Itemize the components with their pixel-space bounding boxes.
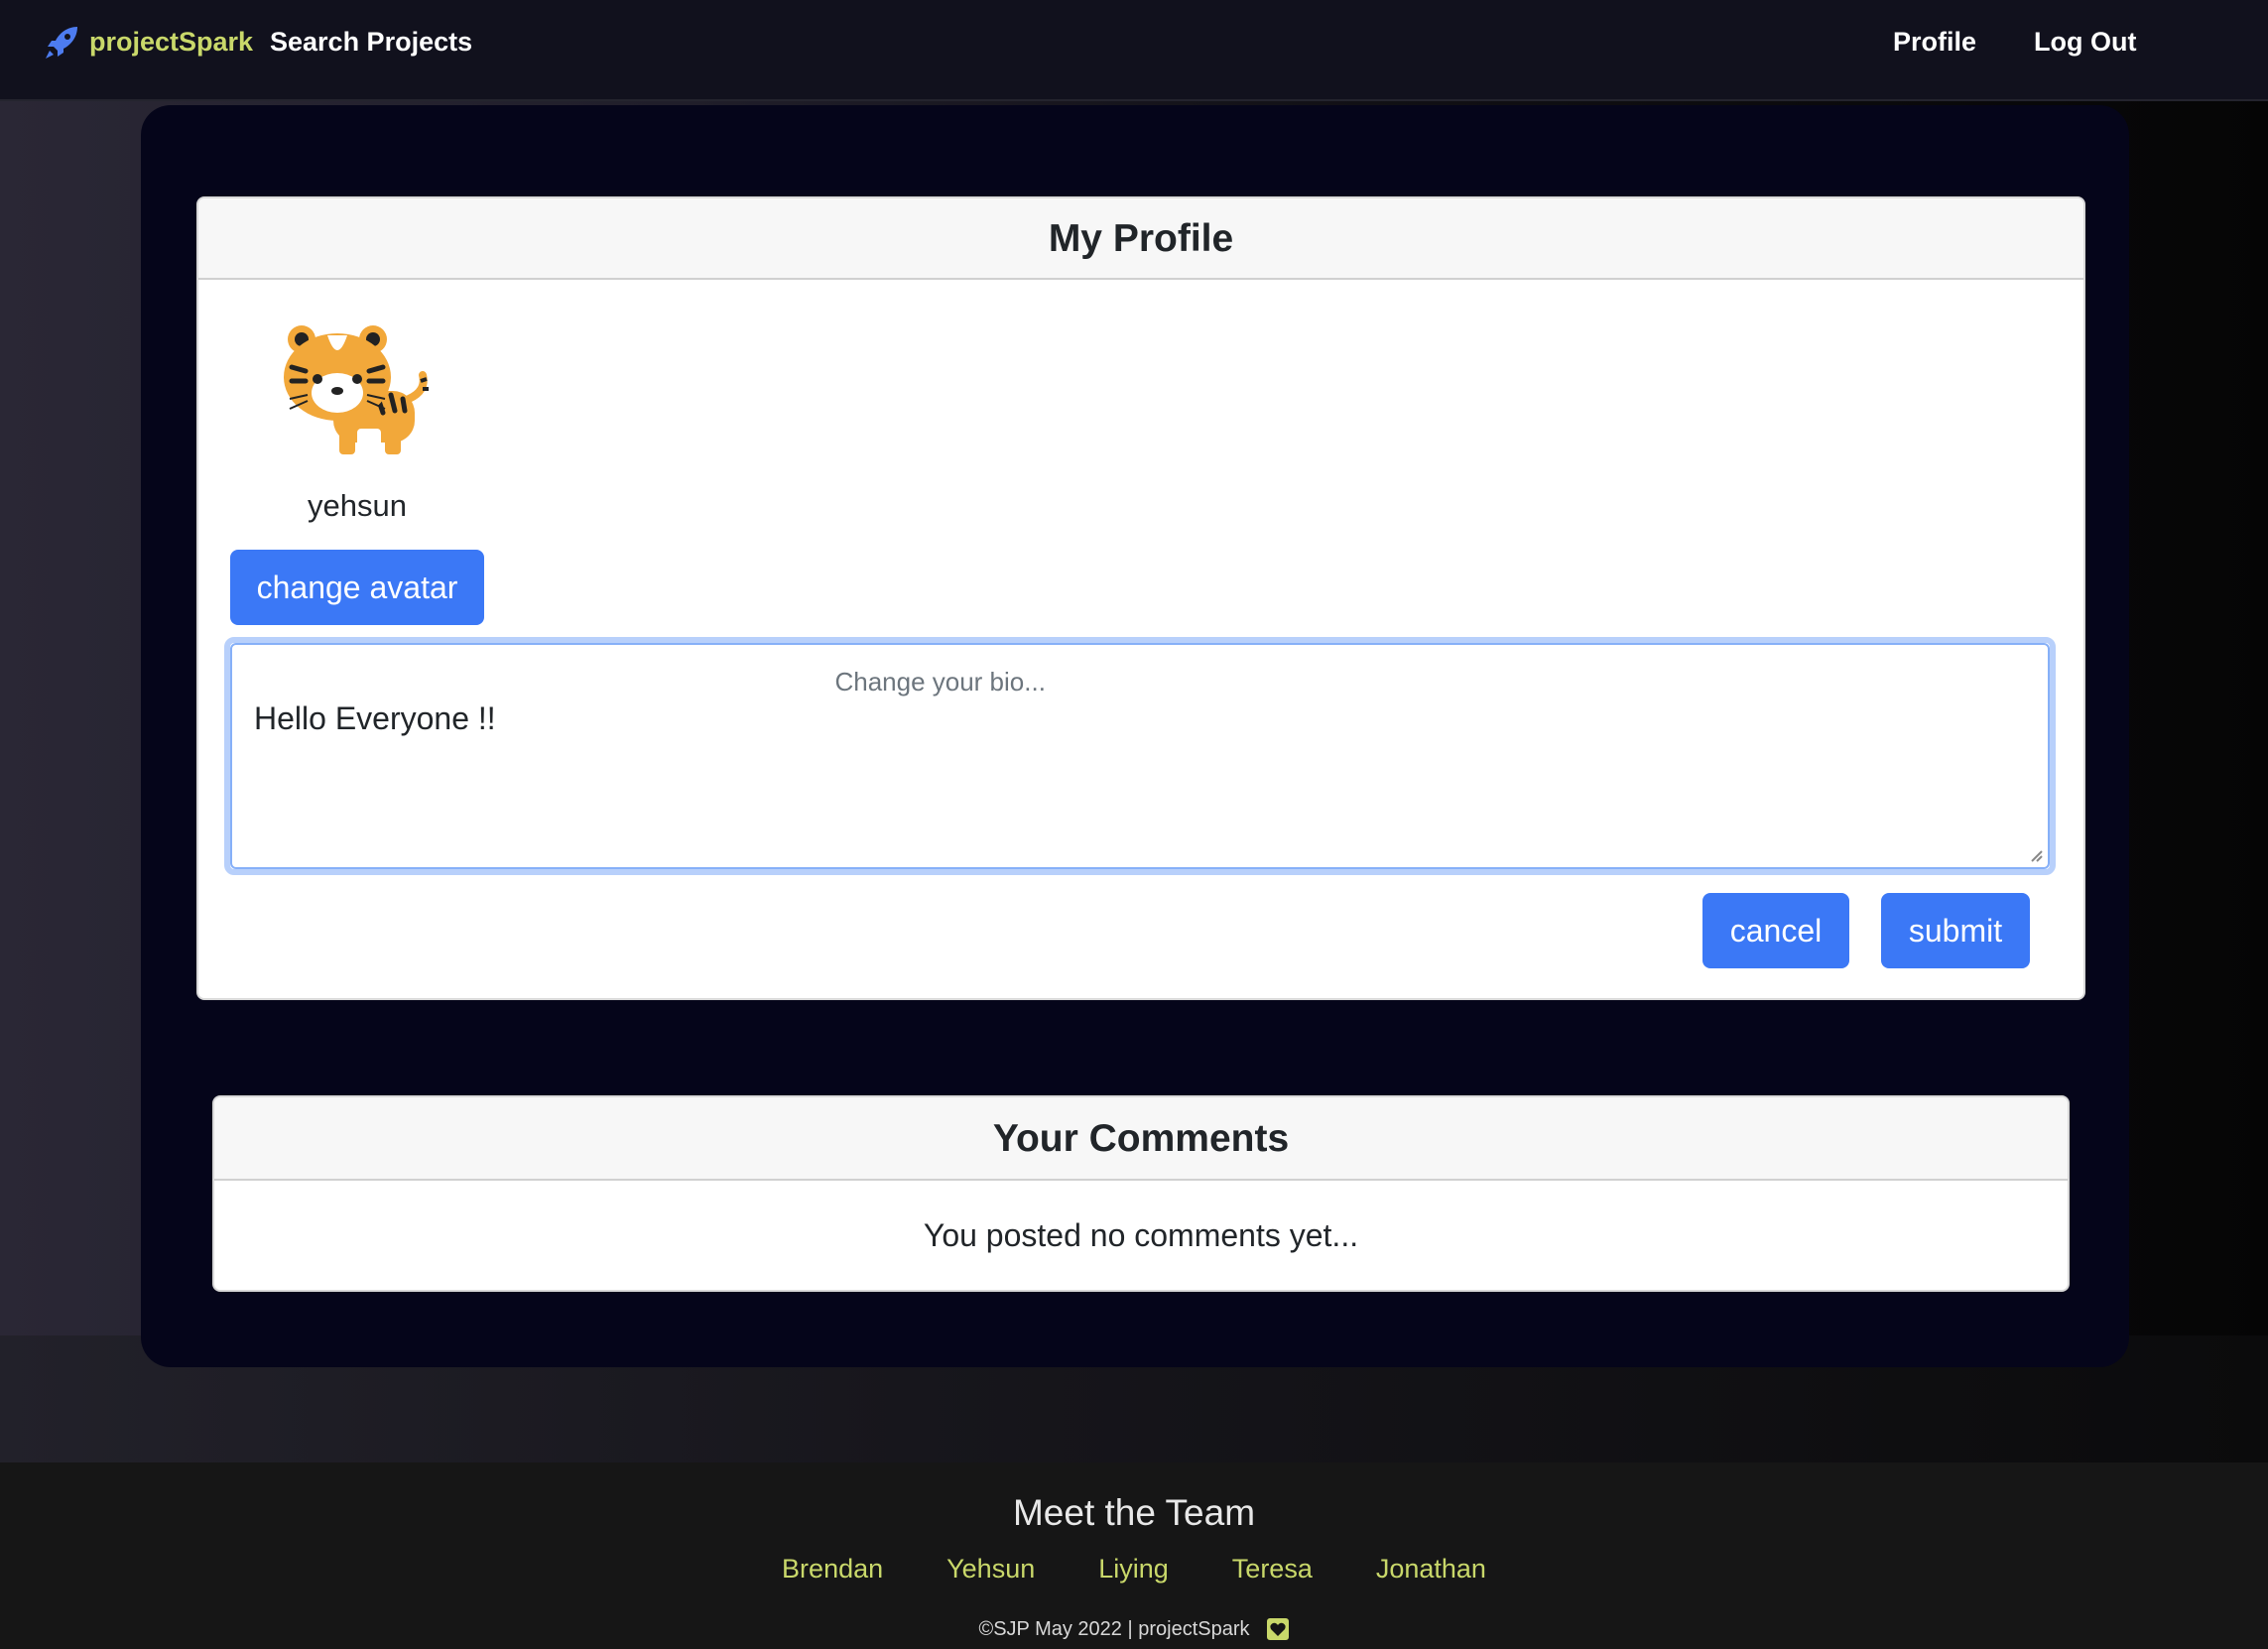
search-projects-link[interactable]: Search Projects <box>270 22 472 62</box>
cancel-button[interactable]: cancel <box>1702 893 1849 968</box>
no-comments-text: You posted no comments yet... <box>923 1217 1359 1253</box>
team-link-brendan[interactable]: Brendan <box>782 1554 883 1585</box>
username: yehsun <box>308 488 407 523</box>
rocket-icon <box>44 23 81 61</box>
navbar: projectSpark Search Projects Profile Log… <box>0 0 2268 101</box>
brand-link[interactable]: projectSpark <box>44 22 253 62</box>
bio-textarea[interactable]: Change your bio... Hello Everyone !! <box>230 643 2050 869</box>
footer-title: Meet the Team <box>1012 1492 1256 1533</box>
profile-title: My Profile <box>198 198 2083 280</box>
copyright-text: ©SJP May 2022 | projectSpark <box>978 1617 1250 1640</box>
resize-handle-icon[interactable] <box>2026 845 2044 863</box>
team-link-jonathan[interactable]: Jonathan <box>1376 1554 1486 1585</box>
team-link-yehsun[interactable]: Yehsun <box>946 1554 1035 1585</box>
comments-card: Your Comments You posted no comments yet… <box>212 1095 2070 1292</box>
bio-focus-ring: Change your bio... Hello Everyone !! <box>224 637 2056 875</box>
heart-icon <box>1266 1617 1290 1641</box>
brand-name: projectSpark <box>89 26 254 57</box>
comments-title: Your Comments <box>214 1097 2068 1181</box>
logout-link[interactable]: Log Out <box>2034 22 2136 62</box>
change-avatar-button[interactable]: change avatar <box>230 550 484 625</box>
profile-card: My Profile yehsun change avatar Change y… <box>196 196 2085 1000</box>
submit-button[interactable]: submit <box>1881 893 2030 968</box>
team-links: Brendan Yehsun Liying Teresa Jonathan <box>0 1554 2268 1585</box>
team-link-liying[interactable]: Liying <box>1098 1554 1169 1585</box>
bio-placeholder: Change your bio... <box>834 667 1046 697</box>
profile-link[interactable]: Profile <box>1893 22 1976 62</box>
copyright: ©SJP May 2022 | projectSpark <box>0 1617 2268 1641</box>
tiger-avatar <box>278 312 437 470</box>
bio-value: Hello Everyone !! <box>254 700 496 736</box>
team-link-teresa[interactable]: Teresa <box>1232 1554 1313 1585</box>
page: projectSpark Search Projects Profile Log… <box>0 0 2268 1649</box>
footer: Meet the Team Brendan Yehsun Liying Tere… <box>0 1462 2268 1649</box>
